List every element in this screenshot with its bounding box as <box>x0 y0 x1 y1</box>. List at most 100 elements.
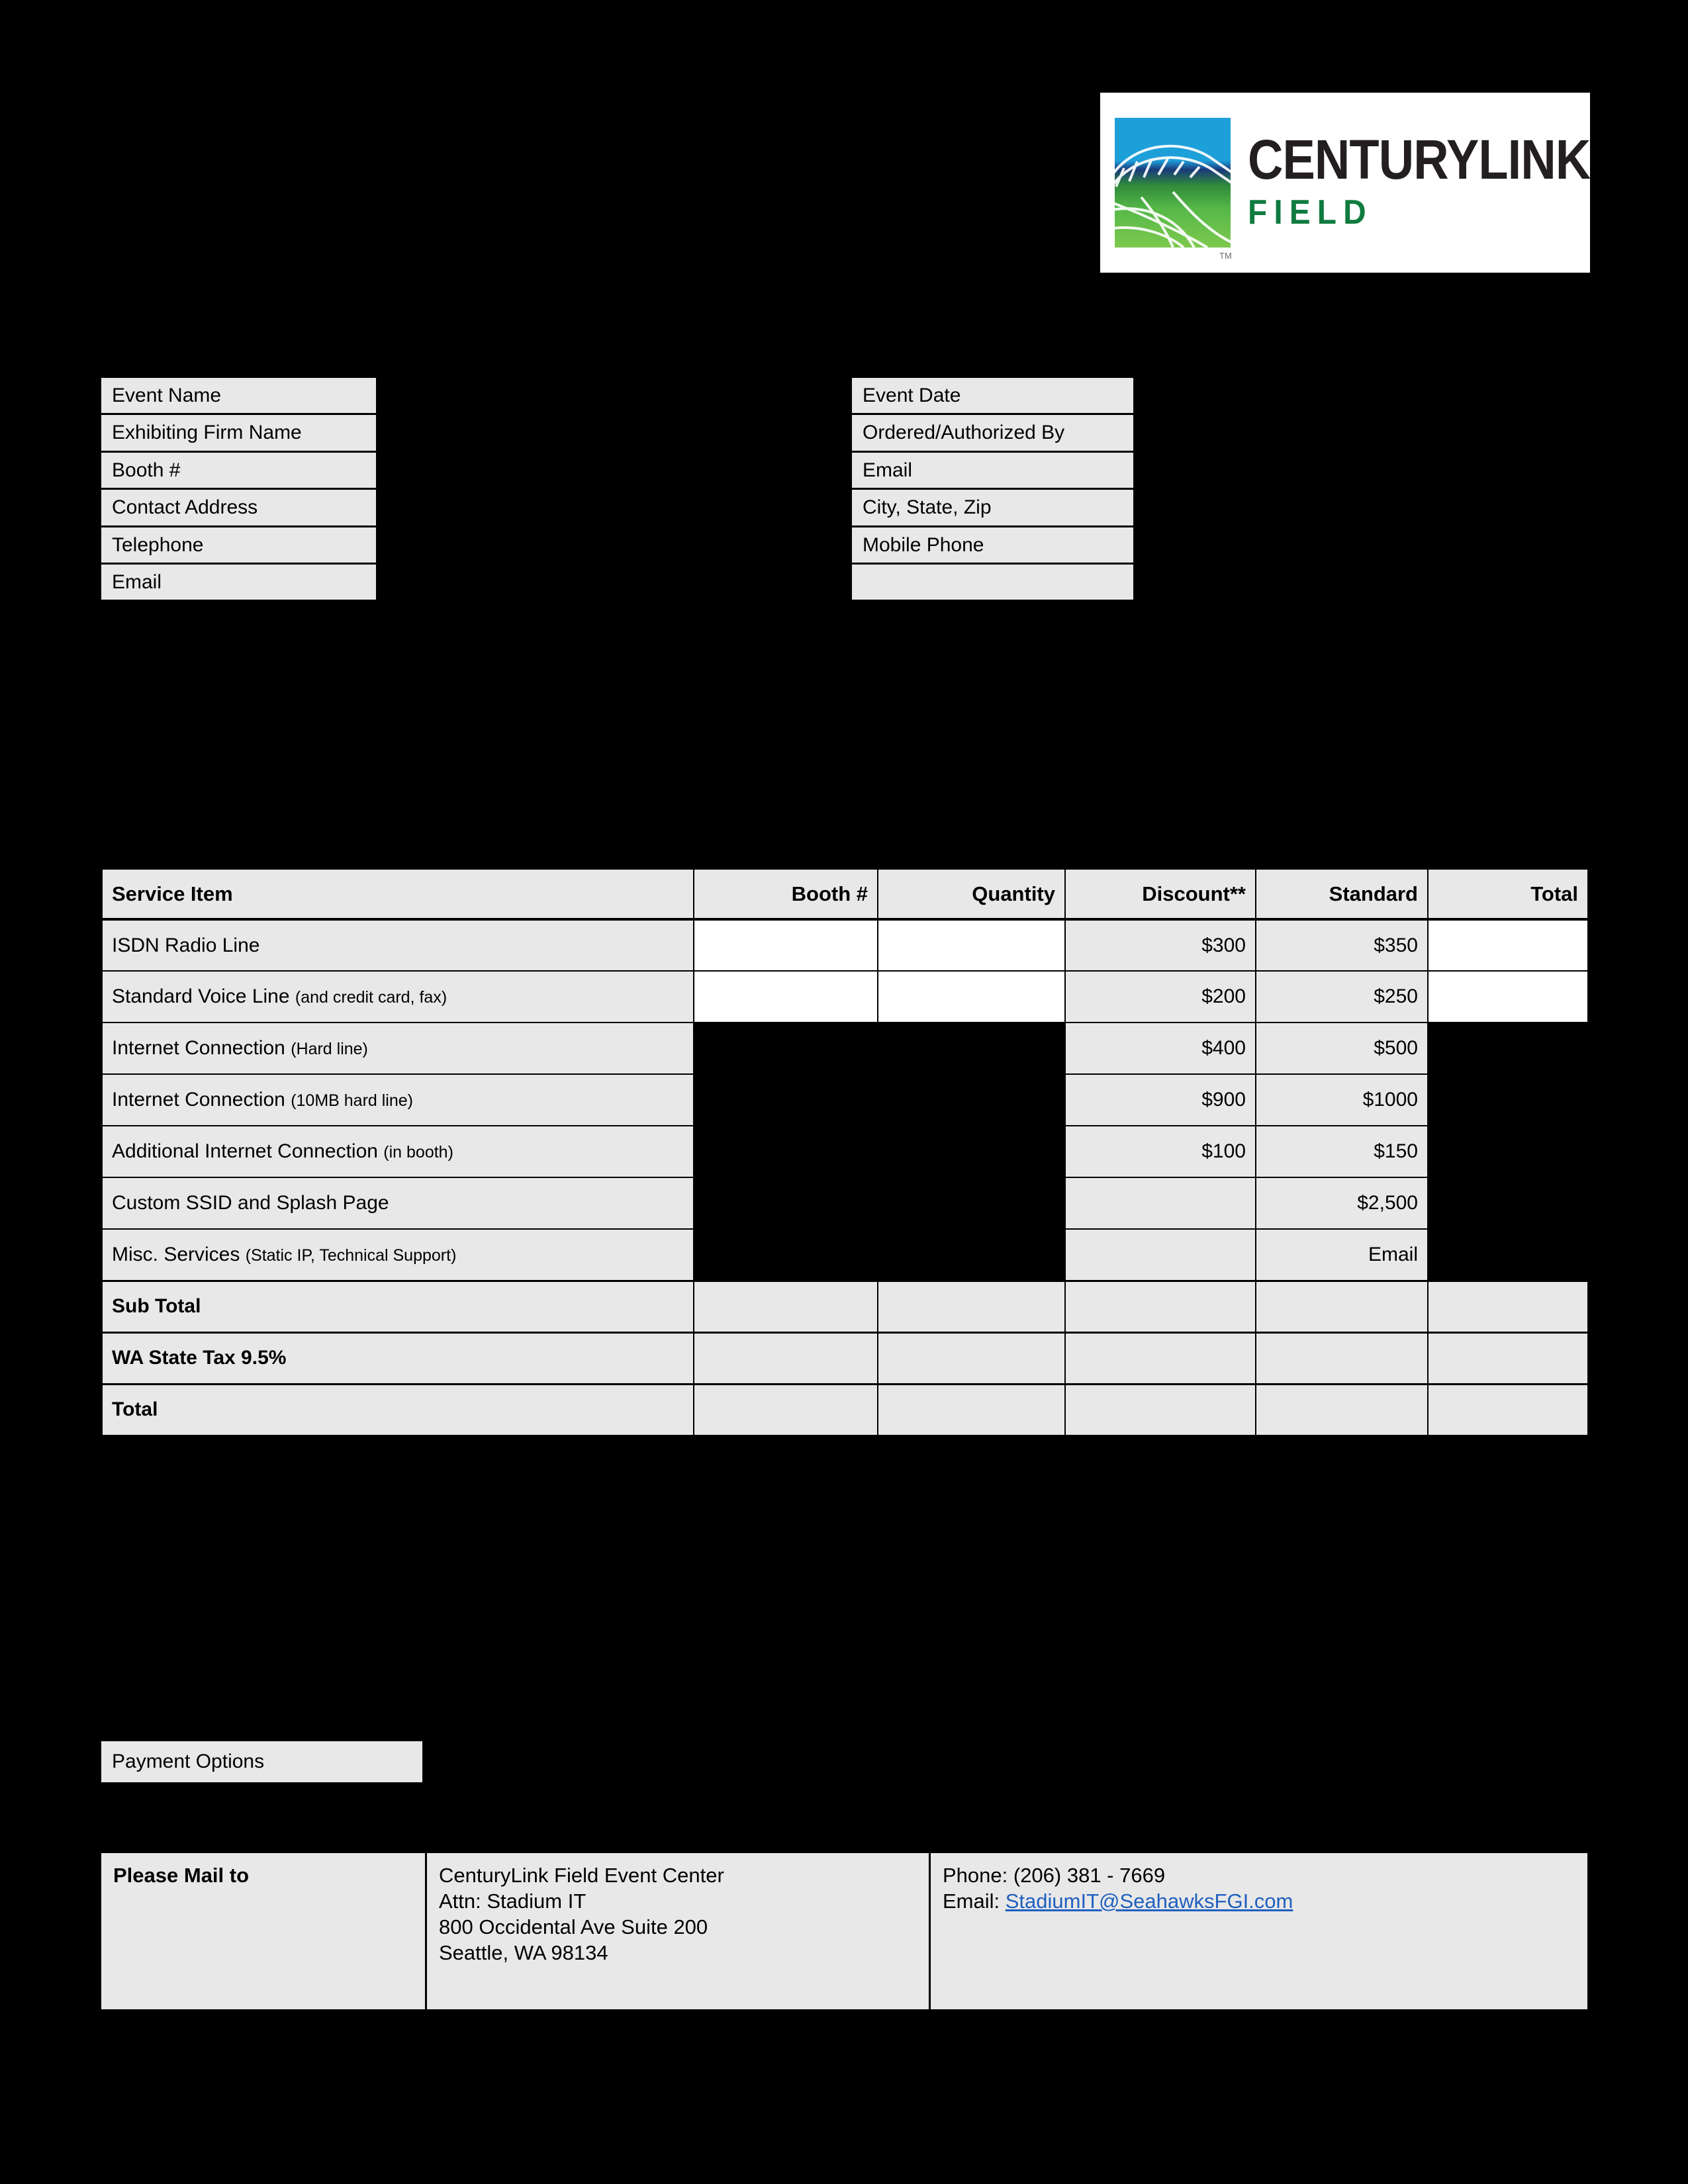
address-line-1: CenturyLink Field Event Center <box>439 1864 724 1887</box>
cell-subtotal-discount[interactable] <box>1064 1279 1256 1333</box>
cell-service-name: Additional Internet Connection (in booth… <box>101 1125 694 1178</box>
logo-field-text: FIELD <box>1248 193 1373 232</box>
cell-standard-price: $250 <box>1255 970 1429 1023</box>
centurylink-field-logo: CENTURYLINK FIELD TM <box>1100 93 1591 273</box>
field-event-name[interactable]: Event Name <box>101 378 376 416</box>
cell-standard-price: $150 <box>1255 1125 1429 1178</box>
address-line-4: Seattle, WA 98134 <box>439 1941 608 1965</box>
payment-options-box[interactable]: Payment Options <box>101 1739 422 1784</box>
service-rows-body: ISDN Radio Line $300 $350 Standard Voice… <box>101 919 1589 1436</box>
service-name-text: ISDN Radio Line <box>112 934 260 956</box>
field-email-authorizer[interactable]: Email <box>852 452 1133 490</box>
cell-tax-standard[interactable] <box>1255 1331 1429 1385</box>
table-header-row: Service Item Booth # Quantity Discount**… <box>101 868 1589 921</box>
cell-total-input[interactable] <box>1427 919 1589 972</box>
cell-discount-price: $400 <box>1064 1022 1256 1075</box>
grand-total-row: Total <box>101 1383 1589 1436</box>
cell-discount-price: $100 <box>1064 1125 1256 1178</box>
service-name-qualifier: (10MB hard line) <box>291 1091 413 1110</box>
contact-form-right-column: Event Date Ordered/Authorized By Email C… <box>852 376 1133 602</box>
subtotal-row: Sub Total <box>101 1279 1589 1333</box>
label-wa-state-tax: WA State Tax 9.5% <box>101 1331 694 1385</box>
service-name-text: Internet Connection <box>112 1037 285 1059</box>
phone-number: Phone: (206) 381 - 7669 <box>943 1864 1166 1887</box>
label-total: Total <box>101 1383 694 1436</box>
cell-standard-price: Email <box>1255 1228 1429 1281</box>
email-prefix-label: Email: <box>943 1889 1006 1913</box>
header-total: Total <box>1427 868 1589 921</box>
cell-service-name: ISDN Radio Line <box>101 919 694 972</box>
cell-tax-booth[interactable] <box>693 1331 878 1385</box>
service-name-qualifier: (Static IP, Technical Support) <box>245 1246 457 1265</box>
cell-grandtotal-total[interactable] <box>1427 1383 1589 1436</box>
service-name-text: Additional Internet Connection <box>112 1140 378 1162</box>
header-discount: Discount** <box>1064 868 1256 921</box>
cell-standard-price: $2,500 <box>1255 1177 1429 1230</box>
cell-discount-price: $300 <box>1064 919 1256 972</box>
contact-info-cell: Phone: (206) 381 - 7669 Email: StadiumIT… <box>931 1853 1587 2009</box>
logo-wordmark: CENTURYLINK <box>1248 128 1591 191</box>
cell-discount-price <box>1064 1177 1256 1230</box>
cell-subtotal-quantity[interactable] <box>877 1279 1066 1333</box>
field-ordered-authorized-by[interactable]: Ordered/Authorized By <box>852 415 1133 453</box>
field-telephone[interactable]: Telephone <box>101 527 376 565</box>
field-blank[interactable] <box>852 564 1133 600</box>
cell-service-name: Misc. Services (Static IP, Technical Sup… <box>101 1228 694 1281</box>
cell-grandtotal-discount[interactable] <box>1064 1383 1256 1436</box>
cell-service-name: Internet Connection (10MB hard line) <box>101 1073 694 1126</box>
cell-tax-discount[interactable] <box>1064 1331 1256 1385</box>
stadium-it-email-link[interactable]: StadiumIT@SeahawksFGI.com <box>1006 1889 1293 1913</box>
cell-grandtotal-standard[interactable] <box>1255 1383 1429 1436</box>
cell-quantity-input[interactable] <box>877 919 1066 972</box>
service-name-text: Custom SSID and Splash Page <box>112 1192 389 1214</box>
field-booth-number[interactable]: Booth # <box>101 452 376 490</box>
cell-service-name: Custom SSID and Splash Page <box>101 1177 694 1230</box>
table-row: Standard Voice Line (and credit card, fa… <box>101 970 1589 1023</box>
table-row: Internet Connection (Hard line) $400 $50… <box>101 1022 1589 1281</box>
header-standard: Standard <box>1255 868 1429 921</box>
mailing-address-cell: CenturyLink Field Event Center Attn: Sta… <box>425 1853 931 2009</box>
label-sub-total: Sub Total <box>101 1279 694 1333</box>
field-contact-address[interactable]: Contact Address <box>101 490 376 527</box>
cell-booth-input[interactable] <box>693 919 878 972</box>
cell-redacted-region <box>693 1022 1066 1281</box>
header-service-item: Service Item <box>101 868 694 921</box>
service-name-text: Misc. Services <box>112 1243 240 1265</box>
email-line: Email: StadiumIT@SeahawksFGI.com <box>943 1888 1575 1914</box>
cell-tax-total[interactable] <box>1427 1331 1589 1385</box>
header-quantity: Quantity <box>877 868 1066 921</box>
service-name-text: Internet Connection <box>112 1089 285 1111</box>
mailing-info-block: Please Mail to CenturyLink Field Event C… <box>101 1851 1587 2011</box>
field-email[interactable]: Email <box>101 564 376 600</box>
service-name-text: Standard Voice Line <box>112 985 290 1007</box>
field-event-date[interactable]: Event Date <box>852 378 1133 416</box>
cell-redacted-total <box>1427 1022 1589 1281</box>
mail-to-label-cell: Please Mail to <box>101 1853 425 2009</box>
payment-options-label: Payment Options <box>112 1751 265 1772</box>
field-mobile-phone[interactable]: Mobile Phone <box>852 527 1133 565</box>
service-name-qualifier: (and credit card, fax) <box>295 988 447 1007</box>
cell-subtotal-booth[interactable] <box>693 1279 878 1333</box>
cell-discount-price: $200 <box>1064 970 1256 1023</box>
cell-grandtotal-booth[interactable] <box>693 1383 878 1436</box>
cell-service-name: Standard Voice Line (and credit card, fa… <box>101 970 694 1023</box>
field-exhibiting-firm-name[interactable]: Exhibiting Firm Name <box>101 415 376 453</box>
address-line-2: Attn: Stadium IT <box>439 1889 586 1913</box>
cell-tax-quantity[interactable] <box>877 1331 1066 1385</box>
tax-row: WA State Tax 9.5% <box>101 1331 1589 1385</box>
cell-standard-price: $350 <box>1255 919 1429 972</box>
service-name-qualifier: (Hard line) <box>291 1040 368 1058</box>
mail-to-label: Please Mail to <box>113 1864 250 1887</box>
service-order-table: Service Item Booth # Quantity Discount**… <box>101 868 1589 1436</box>
cell-subtotal-total[interactable] <box>1427 1279 1589 1333</box>
contact-form-left-column: Event Name Exhibiting Firm Name Booth # … <box>101 376 376 602</box>
cell-quantity-input[interactable] <box>877 970 1066 1023</box>
address-line-3: 800 Occidental Ave Suite 200 <box>439 1915 708 1939</box>
service-name-qualifier: (in booth) <box>383 1143 453 1161</box>
cell-grandtotal-quantity[interactable] <box>877 1383 1066 1436</box>
field-city-state-zip[interactable]: City, State, Zip <box>852 490 1133 527</box>
trademark-symbol: TM <box>1219 251 1232 261</box>
cell-booth-input[interactable] <box>693 970 878 1023</box>
cell-total-input[interactable] <box>1427 970 1589 1023</box>
cell-subtotal-standard[interactable] <box>1255 1279 1429 1333</box>
